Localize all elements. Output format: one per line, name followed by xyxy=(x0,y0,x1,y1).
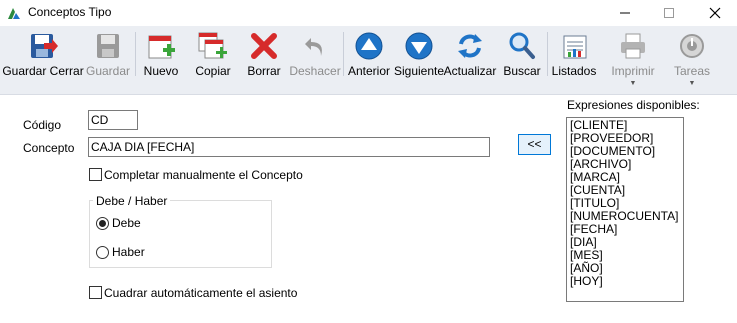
toolbar-label: Borrar xyxy=(247,64,281,78)
toolbar-label: Guardar Cerrar xyxy=(2,64,84,78)
toolbar-button-imprimir[interactable]: Imprimir ▼ xyxy=(608,26,658,94)
toolbar-label: Tareas xyxy=(673,64,711,78)
previous-icon xyxy=(355,32,383,60)
new-icon xyxy=(148,35,175,59)
completar-label: Completar manualmente el Concepto xyxy=(104,168,303,182)
maximize-button[interactable] xyxy=(646,0,691,26)
toolbar-label: Buscar xyxy=(503,64,541,78)
minimize-icon xyxy=(619,12,630,14)
toolbar-button-listados[interactable]: Listados xyxy=(552,26,596,94)
toolbar-button-tareas[interactable]: Tareas ▼ xyxy=(670,26,714,94)
window-title: Conceptos Tipo xyxy=(28,5,112,19)
debe-label: Debe xyxy=(112,216,141,230)
toolbar-button-anterior[interactable]: Anterior xyxy=(348,26,390,94)
toolbar-label: Deshacer xyxy=(289,64,341,78)
toolbar-label: Listados xyxy=(551,64,597,78)
codigo-label: Código xyxy=(23,118,62,132)
toolbar-button-nuevo[interactable]: Nuevo xyxy=(142,26,180,94)
completar-checkbox[interactable] xyxy=(89,168,102,181)
save-icon xyxy=(97,34,119,58)
debe-haber-group-label: Debe / Haber xyxy=(93,194,171,208)
toolbar-button-actualizar[interactable]: Actualizar xyxy=(443,26,497,94)
toolbar-label: Guardar xyxy=(85,64,131,78)
toolbar-button-buscar[interactable]: Buscar xyxy=(503,26,541,94)
toolbar-button-siguiente[interactable]: Siguiente xyxy=(393,26,445,94)
toolbar-button-deshacer[interactable]: Deshacer xyxy=(289,26,341,94)
cuadrar-checkbox[interactable] xyxy=(89,286,102,299)
debe-radio[interactable] xyxy=(96,217,109,230)
toolbar-label: Siguiente xyxy=(393,64,445,78)
toolbar-separator xyxy=(135,32,136,76)
toolbar-label: Copiar xyxy=(195,64,231,78)
app-logo-icon xyxy=(8,8,20,19)
insert-expression-button[interactable]: << xyxy=(518,134,551,155)
window: Conceptos Tipo Guardar Cerrar Guardar Nu… xyxy=(0,0,737,323)
toolbar-button-guardar-cerrar[interactable]: Guardar Cerrar xyxy=(2,26,84,94)
title-bar: Conceptos Tipo xyxy=(0,0,737,26)
save-close-icon xyxy=(31,34,58,58)
cuadrar-label: Cuadrar automáticamente el asiento xyxy=(104,286,298,300)
toolbar-separator xyxy=(343,32,344,76)
copy-icon xyxy=(198,32,227,59)
printer-icon xyxy=(621,33,645,59)
toolbar-label: Actualizar xyxy=(443,64,497,78)
toolbar-label: Nuevo xyxy=(143,64,179,78)
toolbar-button-guardar[interactable]: Guardar xyxy=(86,26,130,94)
tasks-icon xyxy=(680,34,704,58)
delete-icon xyxy=(251,33,277,59)
toolbar: Guardar Cerrar Guardar Nuevo Copiar Borr… xyxy=(0,26,737,95)
expresiones-title: Expresiones disponibles: xyxy=(567,98,700,112)
toolbar-button-copiar[interactable]: Copiar xyxy=(193,26,233,94)
reports-icon xyxy=(563,35,587,59)
list-item[interactable]: [HOY] xyxy=(570,275,680,288)
haber-radio[interactable] xyxy=(96,246,109,259)
toolbar-label: Imprimir xyxy=(611,64,655,78)
close-button[interactable] xyxy=(692,0,737,26)
codigo-field[interactable] xyxy=(88,110,138,130)
undo-icon xyxy=(305,38,322,56)
minimize-button[interactable] xyxy=(602,0,647,26)
toolbar-separator xyxy=(547,32,548,76)
haber-label: Haber xyxy=(112,245,145,259)
toolbar-button-borrar[interactable]: Borrar xyxy=(246,26,282,94)
radio-selected-dot xyxy=(99,220,106,227)
chevron-down-icon: ▼ xyxy=(629,80,637,87)
concepto-label: Concepto xyxy=(23,141,75,155)
maximize-icon xyxy=(663,8,674,18)
search-icon xyxy=(509,32,535,59)
chevron-down-icon: ▼ xyxy=(688,80,696,87)
toolbar-label: Anterior xyxy=(347,64,391,78)
concepto-field[interactable] xyxy=(88,137,490,157)
expressions-listbox[interactable]: [CLIENTE] [PROVEEDOR] [DOCUMENTO] [ARCHIVO]… xyxy=(566,117,684,302)
next-icon xyxy=(405,32,433,60)
close-icon xyxy=(709,7,720,19)
refresh-icon xyxy=(458,34,482,58)
